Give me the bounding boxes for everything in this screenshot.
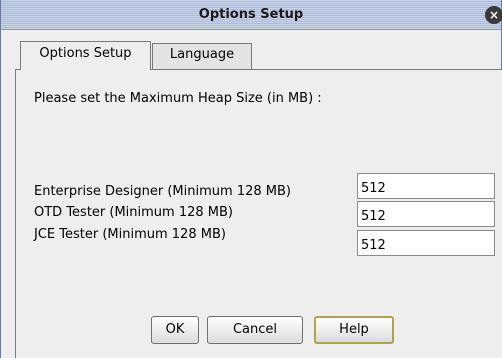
enterprise-designer-label: Enterprise Designer (Minimum 128 MB) xyxy=(34,184,291,199)
help-button[interactable]: Help xyxy=(314,316,394,344)
tab-language[interactable]: Language xyxy=(152,43,252,69)
jce-tester-label: JCE Tester (Minimum 128 MB) xyxy=(34,227,226,242)
otd-tester-heap-input[interactable] xyxy=(357,201,495,227)
tab-options-setup[interactable]: Options Setup xyxy=(20,41,151,70)
cancel-button[interactable]: Cancel xyxy=(207,316,303,344)
title-bar[interactable]: Options Setup × xyxy=(1,0,502,30)
heap-size-prompt: Please set the Maximum Heap Size (in MB)… xyxy=(34,91,322,106)
close-icon[interactable]: × xyxy=(485,6,502,24)
options-setup-dialog: Options Setup × Options Setup Language P… xyxy=(0,0,502,358)
enterprise-designer-heap-input[interactable] xyxy=(357,173,495,199)
dialog-title: Options Setup xyxy=(198,7,304,22)
otd-tester-label: OTD Tester (Minimum 128 MB) xyxy=(34,205,233,220)
jce-tester-heap-input[interactable] xyxy=(357,230,495,256)
ok-button[interactable]: OK xyxy=(151,316,199,344)
